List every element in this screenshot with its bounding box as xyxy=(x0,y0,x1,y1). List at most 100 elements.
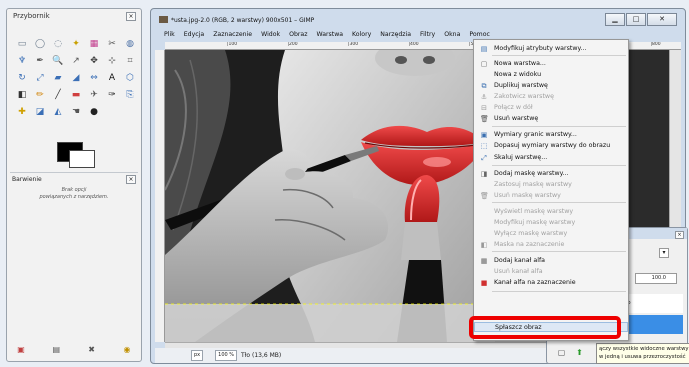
layers-buttons: ▢ ⬆ xyxy=(555,347,591,359)
menu-item-zakotwicz-warstwę[interactable]: ⚓ Zakotwicz warstwę xyxy=(474,92,628,102)
menu-item-icon: ⤢ xyxy=(481,154,487,162)
menu-filtry[interactable]: Filtry xyxy=(420,31,435,42)
heal-icon[interactable]: ✚ xyxy=(15,105,29,119)
reset-options-icon[interactable]: ◉ xyxy=(121,344,133,356)
toolbox-close-icon[interactable]: × xyxy=(126,12,136,21)
rotate-icon[interactable]: ↻ xyxy=(15,71,29,85)
menu-item-dodaj-kanał-alfa[interactable]: ▦ Dodaj kanał alfa xyxy=(474,256,628,266)
menu-item-wyświetl-maskę-warstwy[interactable]: Wyświetl maskę warstwy xyxy=(474,207,628,217)
menu-item-label: Dopasuj wymiary warstwy do obrazu xyxy=(494,142,611,149)
measure-icon[interactable]: ↗ xyxy=(69,54,83,68)
zoom-select[interactable]: 100 % xyxy=(215,350,238,361)
maximize-button[interactable]: □ xyxy=(626,13,646,26)
close-button[interactable]: ✕ xyxy=(647,13,677,26)
unit-select[interactable]: px xyxy=(191,350,204,361)
menu-item-wyłącz-maskę-warstwy[interactable]: Wyłącz maskę warstwy xyxy=(474,229,628,239)
ink-icon[interactable]: ✑ xyxy=(105,88,119,102)
align-icon[interactable]: ⊹ xyxy=(105,54,119,68)
color-select-icon[interactable]: ▦ xyxy=(87,37,101,51)
menu-item-duplikuj-warstwę[interactable]: ⧉ Duplikuj warstwę xyxy=(474,81,628,91)
menu-item-skaluj-warstwę[interactable]: ⤢ Skaluj warstwę... xyxy=(474,153,628,163)
restore-options-icon[interactable]: ▤ xyxy=(50,344,62,356)
text-icon[interactable]: A xyxy=(105,71,119,85)
menu-warstwa[interactable]: Warstwa xyxy=(316,31,343,42)
paths-icon[interactable]: ♆ xyxy=(15,54,29,68)
airbrush-icon[interactable]: ✈ xyxy=(87,88,101,102)
ruler-tick-label: |300 xyxy=(347,42,359,47)
menu-item-dodaj-maskę-warstwy[interactable]: ◨ Dodaj maskę warstwy... xyxy=(474,169,628,179)
menu-item-zastosuj-maskę-warstwy[interactable]: Zastosuj maskę warstwy xyxy=(474,180,628,190)
color-swatches[interactable] xyxy=(57,140,97,170)
ruler-tick-label: |400 xyxy=(408,42,419,47)
vertical-ruler[interactable] xyxy=(155,50,165,342)
tool-options-message: Brak opcji powiązanych z narzędziem. xyxy=(17,187,131,201)
menu-item-nowa-z-widoku[interactable]: Nowa z widoku xyxy=(474,70,628,80)
menu-plik[interactable]: Plik xyxy=(164,31,175,42)
menu-item-label: Dodaj kanał alfa xyxy=(494,257,546,264)
menu-item-modyfikuj-atrybuty-warstwy[interactable]: ▤ Modyfikuj atrybuty warstwy... xyxy=(474,44,628,54)
menu-item-icon: ▢ xyxy=(480,60,488,68)
eraser-icon[interactable]: ▬ xyxy=(69,88,83,102)
menu-item-label: Modyfikuj maskę warstwy xyxy=(494,219,576,226)
menu-okna[interactable]: Okna xyxy=(444,31,460,42)
mode-dropdown-icon[interactable]: ▾ xyxy=(659,248,669,258)
scale-icon[interactable]: ⤢ xyxy=(33,71,47,85)
flip-icon[interactable]: ⇔ xyxy=(87,71,101,85)
opacity-field[interactable]: 100.0 xyxy=(635,273,677,284)
status-message: Tło (13,6 MB) xyxy=(241,352,282,359)
menu-edycja[interactable]: Edycja xyxy=(184,31,204,42)
menu-item-usuń-kanał-alfa[interactable]: Usuń kanał alfa xyxy=(474,267,628,277)
menu-item-icon: 🗑 xyxy=(480,115,489,123)
new-layer-icon[interactable]: ▢ xyxy=(555,347,568,359)
menu-item-modyfikuj-maskę-warstwy[interactable]: Modyfikuj maskę warstwy xyxy=(474,218,628,228)
smudge-icon[interactable]: ☚ xyxy=(69,105,83,119)
raise-layer-icon[interactable]: ⬆ xyxy=(573,347,586,359)
perspective-icon[interactable]: ◢ xyxy=(69,71,83,85)
menu-item-usuń-warstwę[interactable]: 🗑 Usuń warstwę xyxy=(474,114,628,124)
background-color[interactable] xyxy=(69,150,95,168)
menu-item-maska-na-zaznaczenie[interactable]: ◧ Maska na zaznaczenie xyxy=(474,240,628,250)
menu-item-icon: ◧ xyxy=(480,241,488,249)
menu-item-wymiary-granic-warstwy[interactable]: ▣ Wymiary granic warstwy... xyxy=(474,130,628,140)
menu-item-połącz-w-dół[interactable]: ⊟ Połącz w dół xyxy=(474,103,628,113)
menu-item-kanał-alfa-na-zaznaczenie[interactable]: ■ Kanał alfa na zaznaczenie xyxy=(474,278,628,288)
scissors-icon[interactable]: ✂ xyxy=(105,37,119,51)
blur-icon[interactable]: ◭ xyxy=(51,105,65,119)
menu-item-label: Zastosuj maskę warstwy xyxy=(494,181,572,188)
clone-icon[interactable]: ⎘ xyxy=(123,88,137,102)
menu-item-nowa-warstwa[interactable]: ▢ Nowa warstwa... xyxy=(474,59,628,69)
fuzzy-select-icon[interactable]: ✦ xyxy=(69,37,83,51)
menu-zaznaczenie[interactable]: Zaznaczenie xyxy=(213,31,252,42)
menu-item-usuń-maskę-warstwy[interactable]: 🗑 Usuń maskę warstwy xyxy=(474,191,628,201)
minimize-button[interactable]: ▁ xyxy=(605,13,625,26)
menu-item-label: Dodaj maskę warstwy... xyxy=(494,170,569,177)
dodge-burn-icon[interactable]: ● xyxy=(87,105,101,119)
free-select-icon[interactable]: ◌ xyxy=(51,37,65,51)
save-options-icon[interactable]: ▣ xyxy=(15,344,27,356)
rect-select-icon[interactable]: ▭ xyxy=(15,37,29,51)
crop-icon[interactable]: ⌗ xyxy=(123,54,137,68)
menu-narzędzia[interactable]: Narzędzia xyxy=(380,31,411,42)
menu-widok[interactable]: Widok xyxy=(261,31,280,42)
paintbrush-icon[interactable]: ╱ xyxy=(51,88,65,102)
pencil-icon[interactable]: ✏ xyxy=(33,88,47,102)
foreground-select-icon[interactable]: ◍ xyxy=(123,37,137,51)
color-picker-icon[interactable]: ✒ xyxy=(33,54,47,68)
menu-kolory[interactable]: Kolory xyxy=(352,31,371,42)
menu-separator xyxy=(492,126,626,127)
menu-obraz[interactable]: Obraz xyxy=(289,31,307,42)
ellipse-select-icon[interactable]: ◯ xyxy=(33,37,47,51)
cage-icon[interactable]: ⬡ xyxy=(123,71,137,85)
menu-item-icon: ▤ xyxy=(480,45,488,53)
delete-options-icon[interactable]: ✖ xyxy=(86,344,98,356)
tool-options-message-line1: Brak opcji xyxy=(61,187,87,193)
layers-close-icon[interactable]: × xyxy=(675,231,684,239)
menu-item-dopasuj-wymiary-warstwy-do-obrazu[interactable]: ⬚ Dopasuj wymiary warstwy do obrazu xyxy=(474,141,628,151)
zoom-icon[interactable]: 🔍 xyxy=(51,54,65,68)
tool-options-close-icon[interactable]: × xyxy=(126,175,136,184)
move-icon[interactable]: ✥ xyxy=(87,54,101,68)
perspective-clone-icon[interactable]: ◪ xyxy=(33,105,47,119)
bucket-fill-icon[interactable]: ◧ xyxy=(15,88,29,102)
shear-icon[interactable]: ▰ xyxy=(51,71,65,85)
menu-item-label: Maska na zaznaczenie xyxy=(494,241,565,248)
